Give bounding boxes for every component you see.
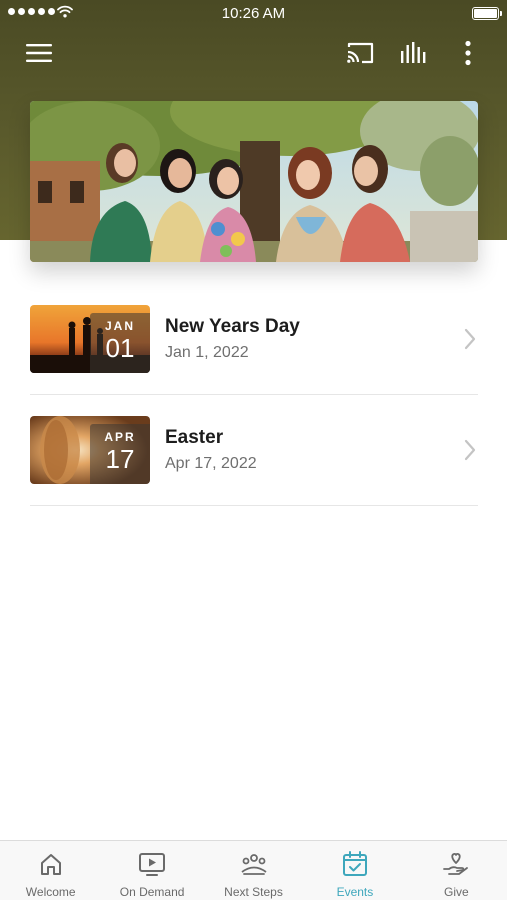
status-bar: 10:26 AM xyxy=(0,0,507,28)
cast-button[interactable] xyxy=(343,36,377,70)
tab-bar: Welcome On Demand Next Steps Events Give xyxy=(0,840,507,900)
people-group-icon xyxy=(240,854,267,875)
tab-label: Next Steps xyxy=(224,885,283,899)
event-thumbnail: APR 17 xyxy=(30,416,150,484)
event-list: JAN 01 New Years Day Jan 1, 2022 APR 17 … xyxy=(30,284,478,506)
hero-image xyxy=(30,101,478,262)
date-month: JAN xyxy=(104,319,135,333)
tab-label: On Demand xyxy=(119,885,185,899)
event-date: Jan 1, 2022 xyxy=(165,344,249,361)
calendar-check-icon xyxy=(342,851,367,876)
event-thumbnail: JAN 01 xyxy=(30,305,150,373)
tab-welcome[interactable]: Welcome xyxy=(0,841,101,900)
tab-label: Events xyxy=(336,885,374,899)
date-badge: APR 17 xyxy=(90,424,150,484)
date-month: APR xyxy=(104,430,136,444)
date-badge: JAN 01 xyxy=(90,313,150,373)
equalizer-icon xyxy=(401,42,426,63)
event-date: Apr 17, 2022 xyxy=(165,455,257,472)
hamburger-menu-icon xyxy=(26,44,52,62)
home-icon xyxy=(40,854,61,875)
audio-button[interactable] xyxy=(397,36,431,70)
list-item-easter[interactable]: APR 17 Easter Apr 17, 2022 xyxy=(30,395,478,506)
tab-on-demand[interactable]: On Demand xyxy=(101,841,202,900)
tab-give[interactable]: Give xyxy=(406,841,507,900)
chevron-right-icon xyxy=(464,439,476,461)
cast-icon xyxy=(347,42,374,64)
hand-heart-icon xyxy=(443,853,469,875)
status-time: 10:26 AM xyxy=(221,5,286,22)
more-options-button[interactable] xyxy=(451,36,485,70)
date-day: 17 xyxy=(105,444,135,474)
date-day: 01 xyxy=(105,333,135,363)
menu-button[interactable] xyxy=(22,36,56,70)
tab-next-steps[interactable]: Next Steps xyxy=(203,841,304,900)
event-title: New Years Day xyxy=(165,316,300,337)
battery-icon xyxy=(472,7,502,20)
tab-label: Give xyxy=(443,885,469,899)
tab-events[interactable]: Events xyxy=(304,841,405,900)
video-play-icon xyxy=(139,853,166,876)
chevron-right-icon xyxy=(464,328,476,350)
list-item-new-years-day[interactable]: JAN 01 New Years Day Jan 1, 2022 xyxy=(30,284,478,395)
event-title: Easter xyxy=(165,427,224,448)
more-vertical-icon xyxy=(465,40,471,66)
tab-label: Welcome xyxy=(25,885,76,899)
